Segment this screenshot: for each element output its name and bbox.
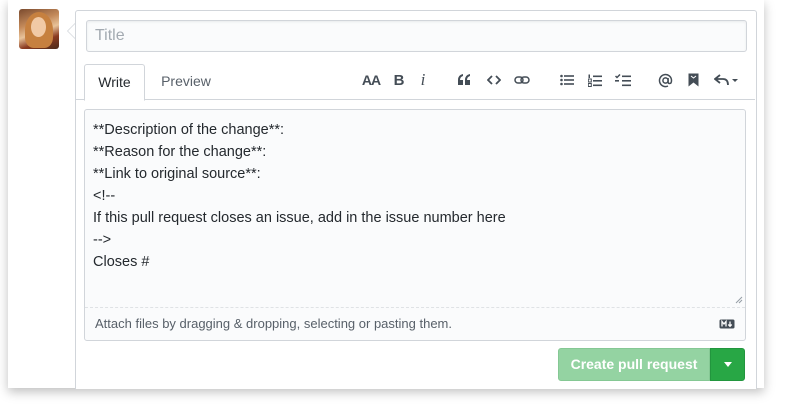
body-line: **Description of the change**: [93, 122, 285, 138]
heading-label: AA [361, 72, 381, 88]
tab-preview[interactable]: Preview [150, 64, 222, 99]
body-line: Closes # [93, 254, 150, 270]
create-options-dropdown[interactable] [710, 348, 745, 381]
bold-label: B [393, 71, 405, 89]
composer-pointer-inner [68, 24, 75, 38]
tabs-divider [76, 99, 755, 100]
italic-label: i [420, 70, 426, 89]
avatar[interactable] [19, 9, 59, 49]
caret-down-icon [723, 362, 732, 367]
attach-files-text[interactable]: Attach files by dragging & dropping, sel… [95, 316, 452, 331]
italic-icon[interactable]: i [413, 68, 433, 92]
create-pull-request-button[interactable]: Create pull request [558, 348, 710, 381]
comment-body-field[interactable]: **Description of the change**: **Reason f… [84, 109, 746, 341]
bold-icon[interactable]: B [389, 68, 409, 92]
mention-icon[interactable] [655, 68, 675, 92]
body-line: <!-- [93, 188, 116, 204]
file-attachment-bar[interactable]: Attach files by dragging & dropping, sel… [85, 307, 745, 340]
body-line: --> [93, 232, 112, 248]
body-line: **Reason for the change**: [93, 144, 267, 160]
bookmark-icon[interactable] [683, 68, 703, 92]
task-list-icon[interactable] [613, 68, 633, 92]
heading-icon[interactable]: AA [360, 68, 382, 92]
markdown-icon[interactable] [719, 319, 735, 329]
avatar-face [31, 17, 46, 37]
comment-body-textarea[interactable]: **Description of the change**: **Reason f… [85, 110, 745, 306]
link-icon[interactable] [512, 68, 532, 92]
resize-handle-icon[interactable] [735, 296, 743, 304]
body-line: If this pull request closes an issue, ad… [93, 210, 506, 226]
quote-icon[interactable] [454, 68, 474, 92]
tab-write[interactable]: Write [84, 64, 145, 101]
numbered-list-icon[interactable] [585, 68, 605, 92]
title-input[interactable] [86, 20, 747, 52]
body-line: **Link to original source**: [93, 166, 261, 182]
code-icon[interactable] [484, 68, 504, 92]
reply-icon[interactable] [713, 68, 741, 92]
bullet-list-icon[interactable] [557, 68, 577, 92]
